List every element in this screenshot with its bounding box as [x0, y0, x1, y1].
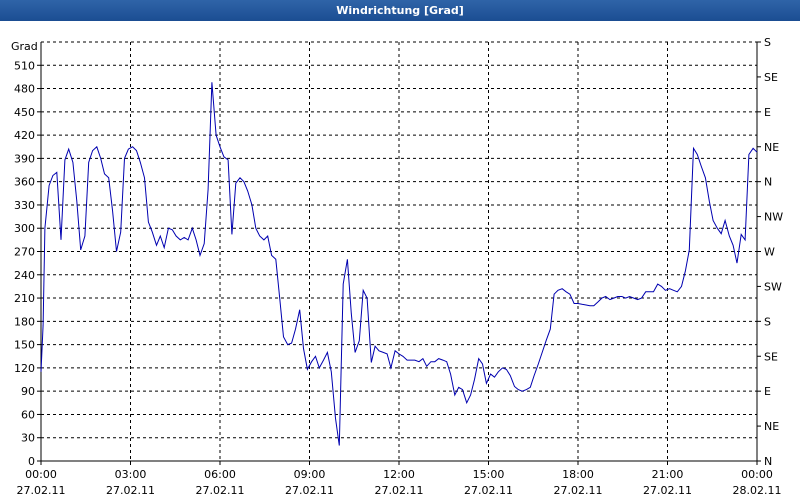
x-tick-date: 27.02.11: [375, 484, 424, 497]
y-axis-label: Grad: [11, 40, 38, 53]
y-tick-label: 300: [14, 222, 35, 235]
chart-title: Windrichtung [Grad]: [0, 0, 800, 21]
y-tick-label: 150: [14, 339, 35, 352]
compass-tick-label: S: [764, 36, 771, 49]
compass-tick-label: SE: [764, 350, 778, 363]
compass-tick-label: NE: [764, 141, 779, 154]
x-tick-date: 27.02.11: [17, 484, 66, 497]
y-tick-label: 510: [14, 59, 35, 72]
y-tick-label: 30: [21, 432, 35, 445]
y-tick-label: 330: [14, 199, 35, 212]
y-tick-label: 120: [14, 362, 35, 375]
chart-area: Grad 0 30 60 90 120 150 180 210 240 270 300 330 360 3…: [0, 21, 800, 500]
wind-direction-chart: Grad 0 30 60 90 120 150 180 210 240 270 300 330 360 3…: [11, 36, 783, 497]
compass-tick-label: NE: [764, 420, 779, 433]
y-tick-label: 0: [28, 455, 35, 468]
y-tick-label: 480: [14, 83, 35, 96]
x-tick-time: 21:00: [652, 468, 684, 481]
y-tick-label: 90: [21, 385, 35, 398]
x-tick-time: 12:00: [383, 468, 415, 481]
x-tick-time: 15:00: [473, 468, 505, 481]
y-tick-label: 360: [14, 176, 35, 189]
compass-tick-label: N: [764, 455, 772, 468]
x-tick-date: 27.02.11: [643, 484, 692, 497]
y-tick-label: 210: [14, 292, 35, 305]
compass-tick-label: E: [764, 106, 771, 119]
x-tick-time: 00:00: [741, 468, 773, 481]
compass-tick-label: NW: [764, 211, 783, 224]
y-tick-label: 180: [14, 315, 35, 328]
compass-tick-label: S: [764, 315, 771, 328]
x-tick-time: 06:00: [204, 468, 236, 481]
grid: [41, 41, 757, 461]
y-tick-label: 420: [14, 129, 35, 142]
x-tick-date: 27.02.11: [285, 484, 334, 497]
y-tick-label: 390: [14, 152, 35, 165]
y-tick-labels: 0 30 60 90 120 150 180 210 240 270 300 330 360 390 420…: [14, 59, 35, 468]
compass-tick-label: SE: [764, 71, 778, 84]
compass-tick-labels: N NE E SE S SW W NW N NE E SE S: [764, 36, 783, 468]
x-tick-date: 27.02.11: [106, 484, 155, 497]
y-tick-label: 60: [21, 408, 35, 421]
compass-tick-label: N: [764, 176, 772, 189]
y-tick-label: 450: [14, 106, 35, 119]
x-tick-date: 28.02.11: [733, 484, 782, 497]
x-tick-time: 03:00: [115, 468, 147, 481]
x-tick-time: 09:00: [294, 468, 326, 481]
x-tick-time: 18:00: [562, 468, 594, 481]
compass-tick-label: E: [764, 385, 771, 398]
x-tick-date: 27.02.11: [554, 484, 603, 497]
compass-tick-label: SW: [764, 280, 782, 293]
x-tick-date: 27.02.11: [196, 484, 245, 497]
x-tick-labels: 00:00 27.02.11 03:00 27.02.11 06:00 27.02.11 0…: [17, 468, 782, 497]
x-tick-date: 27.02.11: [464, 484, 513, 497]
compass-tick-label: W: [764, 246, 775, 259]
y-tick-label: 240: [14, 269, 35, 282]
y-tick-label: 270: [14, 246, 35, 259]
x-tick-time: 00:00: [25, 468, 57, 481]
